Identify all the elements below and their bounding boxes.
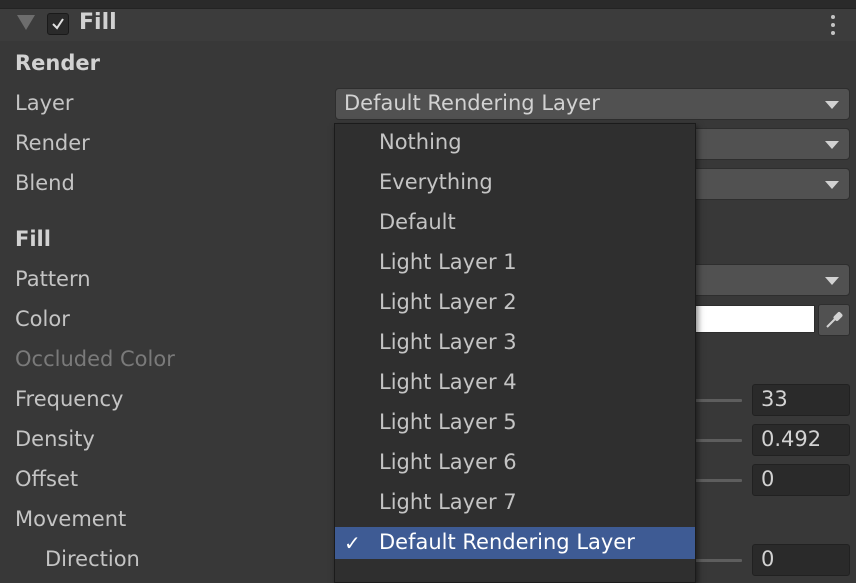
foldout-triangle-icon[interactable] [17,15,35,30]
offset-value: 0 [761,467,775,491]
label-density: Density [15,427,95,451]
label-blend: Blend [15,171,75,195]
label-frequency: Frequency [15,387,124,411]
menu-item-default[interactable]: Default [335,207,695,239]
menu-item-label: Light Layer 6 [379,450,517,474]
checkmark-icon [52,18,64,30]
menu-item-label: Light Layer 5 [379,410,517,434]
component-header [0,9,856,41]
menu-item-nothing[interactable]: Nothing [335,127,695,159]
kebab-menu-icon[interactable] [827,13,839,37]
menu-item-label: Nothing [379,130,462,154]
density-value: 0.492 [761,427,822,451]
menu-item-label: Light Layer 1 [379,250,517,274]
menu-item-label: Light Layer 3 [379,330,517,354]
layer-dropdown-menu: Nothing Everything Default Light Layer 1… [334,123,696,583]
checkmark-icon: ✓ [344,531,361,555]
layer-dropdown[interactable]: Default Rendering Layer [335,88,850,120]
chevron-down-icon [825,181,839,189]
section-fill: Fill [15,227,51,251]
frequency-value: 33 [761,387,788,411]
menu-item-label: Default [379,210,456,234]
label-color: Color [15,307,70,331]
menu-item-label: Light Layer 7 [379,490,517,514]
menu-item-light-layer-1[interactable]: Light Layer 1 [335,247,695,279]
chevron-down-icon [825,277,839,285]
label-direction: Direction [45,547,140,571]
menu-item-label: Light Layer 2 [379,290,517,314]
eyedropper-icon [826,312,843,328]
offset-field[interactable]: 0 [752,464,850,496]
menu-item-light-layer-6[interactable]: Light Layer 6 [335,447,695,479]
component-title: Fill [79,10,117,35]
section-render: Render [15,51,100,75]
fill-enabled-checkbox[interactable] [47,13,69,35]
menu-item-default-rendering-layer[interactable]: ✓ Default Rendering Layer [335,527,695,559]
label-movement: Movement [15,507,127,531]
label-pattern: Pattern [15,267,91,291]
eyedropper-button[interactable] [818,304,850,336]
chevron-down-icon [825,141,839,149]
label-render: Render [15,131,90,155]
menu-item-light-layer-2[interactable]: Light Layer 2 [335,287,695,319]
direction-value: 0 [761,547,775,571]
top-divider [0,0,856,9]
label-occluded-color: Occluded Color [15,347,175,371]
menu-item-light-layer-7[interactable]: Light Layer 7 [335,487,695,519]
menu-item-light-layer-3[interactable]: Light Layer 3 [335,327,695,359]
menu-item-light-layer-4[interactable]: Light Layer 4 [335,367,695,399]
chevron-down-icon [825,101,839,109]
menu-item-everything[interactable]: Everything [335,167,695,199]
frequency-field[interactable]: 33 [752,384,850,416]
density-field[interactable]: 0.492 [752,424,850,456]
direction-field[interactable]: 0 [752,544,850,576]
menu-item-label: Light Layer 4 [379,370,517,394]
label-offset: Offset [15,467,79,491]
menu-item-light-layer-5[interactable]: Light Layer 5 [335,407,695,439]
layer-dropdown-value: Default Rendering Layer [344,91,600,115]
label-layer: Layer [15,91,74,115]
menu-item-label: Default Rendering Layer [379,530,635,554]
menu-item-label: Everything [379,170,493,194]
